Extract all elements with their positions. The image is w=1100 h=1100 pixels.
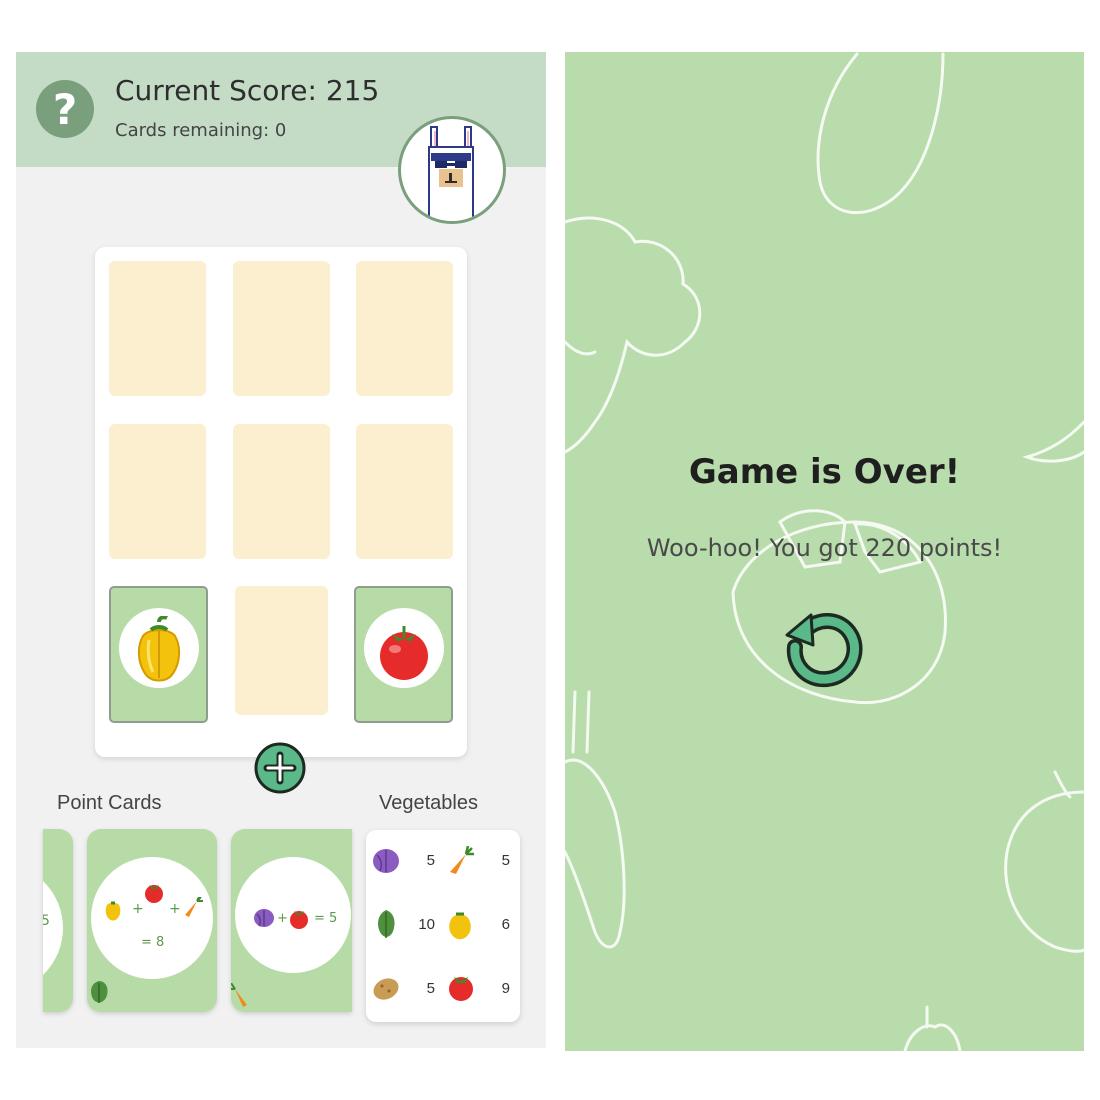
empty-card-slot[interactable] xyxy=(109,261,206,396)
plus-icon xyxy=(254,742,306,794)
empty-card-slot[interactable] xyxy=(356,424,453,559)
potato-icon xyxy=(373,978,399,1000)
cabbage-icon xyxy=(373,849,399,873)
empty-card-slot[interactable] xyxy=(233,424,330,559)
current-score: Current Score: 215 xyxy=(115,74,380,107)
tomato-icon xyxy=(380,626,428,680)
point-card[interactable]: + = 5 xyxy=(231,829,352,1012)
game-screen: ? Current Score: 215 Cards remaining: 0 xyxy=(16,52,546,1048)
restart-icon xyxy=(785,613,863,688)
yellow-pepper-icon xyxy=(137,616,181,682)
question-mark-icon: ? xyxy=(52,84,78,134)
revealed-card-pepper[interactable] xyxy=(109,586,208,723)
player-avatar[interactable] xyxy=(398,116,506,224)
game-over-title: Game is Over! xyxy=(688,452,961,492)
point-card[interactable]: + + = 8 xyxy=(87,829,217,1012)
empty-card-slot[interactable] xyxy=(233,261,330,396)
game-over-message: Woo-hoo! You got 220 points! xyxy=(646,534,1003,562)
lettuce-icon xyxy=(91,981,108,1003)
restart-button[interactable] xyxy=(783,605,867,689)
game-over-screen: Game is Over! Woo-hoo! You got 220 point… xyxy=(565,52,1084,1051)
point-card-result: = 8 xyxy=(141,935,165,950)
tomato-icon xyxy=(449,977,473,1001)
tomato-icon xyxy=(290,911,308,929)
point-card-partial[interactable]: 5 xyxy=(43,829,73,1012)
carrot-icon xyxy=(231,983,247,1007)
empty-card-slot[interactable] xyxy=(109,424,206,559)
point-card-partial-value: 5 xyxy=(43,913,50,929)
empty-card-slot[interactable] xyxy=(235,586,328,715)
point-cards-label: Point Cards xyxy=(57,792,162,814)
card-board xyxy=(95,247,467,757)
pepper-icon xyxy=(449,912,471,940)
llama-icon xyxy=(428,126,474,221)
help-button[interactable]: ? xyxy=(36,80,94,138)
point-card-result: = 5 xyxy=(314,911,338,926)
vegetables-label: Vegetables xyxy=(379,792,478,814)
pepper-icon xyxy=(105,901,121,921)
vegetables-table: 5 5 10 6 5 9 xyxy=(366,830,520,1022)
carrot-icon xyxy=(450,846,474,874)
add-card-button[interactable] xyxy=(252,742,308,794)
lettuce-icon xyxy=(378,910,395,938)
cabbage-icon xyxy=(254,909,274,927)
revealed-card-tomato[interactable] xyxy=(354,586,453,723)
tomato-icon xyxy=(145,885,163,903)
carrot-icon xyxy=(185,897,203,917)
empty-card-slot[interactable] xyxy=(356,261,453,396)
cards-remaining: Cards remaining: 0 xyxy=(115,120,287,141)
